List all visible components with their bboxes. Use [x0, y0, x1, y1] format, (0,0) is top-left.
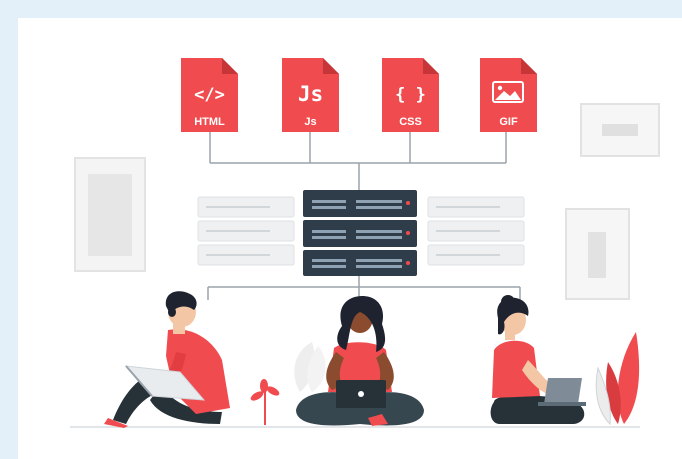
plant-right	[595, 332, 640, 426]
wall-frame-right-bottom	[565, 208, 630, 300]
file-gif: GIF	[480, 58, 537, 132]
plant-left	[250, 379, 280, 425]
file-css: { } CSS	[382, 58, 439, 132]
web-hosting-illustration: </> HTML Js Js { } CSS GIF	[70, 58, 660, 428]
server-rack-right	[427, 196, 525, 266]
curly-braces-icon: { }	[395, 85, 426, 105]
wall-frame-right-top	[580, 103, 660, 157]
server-rack-main	[303, 190, 417, 276]
file-js: Js Js	[282, 58, 339, 132]
file-label-gif: GIF	[499, 116, 518, 128]
person-man-laptop	[104, 291, 230, 428]
file-label-js: Js	[304, 116, 316, 128]
code-tag-icon: </>	[194, 85, 225, 105]
person-woman-right	[490, 295, 586, 424]
file-label-html: HTML	[194, 116, 225, 128]
javascript-icon: Js	[298, 82, 323, 106]
file-label-css: CSS	[399, 116, 422, 128]
plant-middle	[294, 342, 326, 392]
wall-frame-left	[74, 157, 146, 272]
file-html: </> HTML	[181, 58, 238, 132]
server-rack-left	[197, 196, 295, 266]
